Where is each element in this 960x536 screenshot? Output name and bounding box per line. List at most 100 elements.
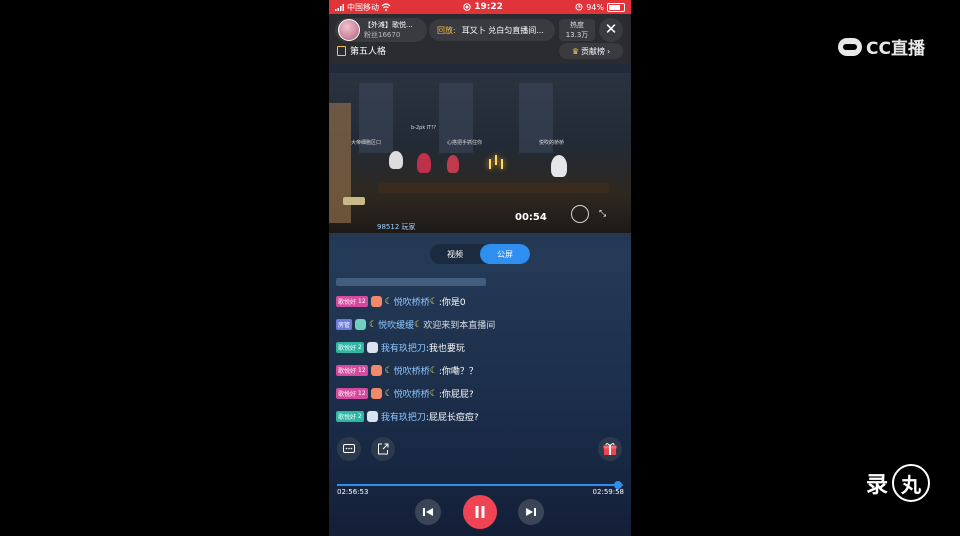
fan-badge[interactable]: 歌悦好 12 <box>336 388 368 399</box>
elapsed-time: 02:56:53 <box>337 488 369 496</box>
chat-message: 歌悦好 12 ☾ 悦吹桥桥 ☾:你嘞？？ <box>336 359 626 382</box>
skip-back-icon <box>423 508 433 516</box>
game-character <box>447 155 459 173</box>
player-nameplate: b-2pk IT!? <box>411 125 437 131</box>
progress-bar[interactable] <box>337 481 623 489</box>
recorder-watermark: 录 丸 <box>866 464 931 502</box>
chat-message: 歌悦好 2 我有玖把刀:屁屁长痘痘? <box>336 405 626 428</box>
chevron-right-icon: › <box>606 46 611 56</box>
share-button[interactable] <box>371 437 395 461</box>
moon-icon: ☾ <box>429 296 438 307</box>
user-medal-icon <box>366 411 378 422</box>
chat-message <box>336 274 626 290</box>
tab-video[interactable]: 视频 <box>430 244 480 264</box>
wifi-icon <box>381 3 391 11</box>
chat-username[interactable]: 悦吹缓缓 <box>378 318 414 331</box>
total-time: 02:59:58 <box>592 488 624 496</box>
fan-badge-label: 歌悦好 <box>338 414 357 421</box>
avatar[interactable] <box>338 19 360 41</box>
fan-badge-level: 2 <box>358 413 362 420</box>
chat-username[interactable]: 悦吹桥桥 <box>394 387 430 400</box>
carrier-name: 中国移动 <box>347 2 379 12</box>
share-icon <box>378 443 389 455</box>
cc-bubble-icon <box>838 37 862 56</box>
game-tag[interactable]: 第五人格 <box>337 44 386 57</box>
heat-badge[interactable]: 热度 13.3万 <box>559 19 595 41</box>
fullscreen-icon[interactable]: ⤡ <box>599 209 606 219</box>
candle <box>501 159 503 169</box>
camera-toggle-icon[interactable] <box>571 205 589 223</box>
chat-text: 欢迎来到本直播间 <box>423 321 496 331</box>
carrier-group: 中国移动 <box>335 2 391 13</box>
chat-text: :我也要玩 <box>425 344 465 354</box>
player-nameplate: 悦吹的桥桥 <box>539 140 565 146</box>
chat-username[interactable]: 悦吹桥桥 <box>394 364 430 377</box>
clock: 19:22 <box>474 2 503 12</box>
fan-badge-level: 2 <box>358 344 362 351</box>
moon-icon: ☾ <box>384 388 393 399</box>
chat-list: 歌悦好 12 ☾ 悦吹桥桥 ☾:你是0 房管 ☾ 悦吹缓缓 ☾ 欢迎来到本直播间 歌悦好 2 我有玖把刀… <box>336 274 626 428</box>
gift-button[interactable] <box>598 437 622 461</box>
alarm-icon <box>575 3 583 11</box>
fan-badge[interactable]: 歌悦好 12 <box>336 365 368 376</box>
tab-switcher: 视频 公屏 <box>430 244 530 264</box>
heat-label: 热度 <box>570 21 584 29</box>
status-bar: 中国移动 19:22 94% <box>329 0 631 14</box>
anchor-info: 【外滩】歌悦... 粉丝16670 <box>364 20 413 40</box>
cc-live-logo: CC直播 <box>838 34 925 59</box>
fan-badge[interactable]: 歌悦好 2 <box>336 411 364 422</box>
battery-group: 94% <box>575 2 625 12</box>
chat-message: 歌悦好 12 ☾ 悦吹桥桥 ☾:你是0 <box>336 290 626 313</box>
fan-badge[interactable]: 歌悦好 12 <box>336 296 368 307</box>
game-character <box>389 151 403 169</box>
moon-icon: ☾ <box>384 365 393 376</box>
tab-public-chat[interactable]: 公屏 <box>480 244 530 264</box>
fan-badge-level: 12 <box>358 298 366 305</box>
skip-forward-icon <box>526 508 536 516</box>
moon-icon: ☾ <box>384 296 393 307</box>
heat-value: 13.3万 <box>565 31 589 39</box>
anchor-card[interactable]: 【外滩】歌悦... 粉丝16670 <box>335 18 427 42</box>
pause-button[interactable] <box>463 495 497 529</box>
user-medal-icon <box>355 319 367 330</box>
chat-username[interactable]: 我有玖把刀 <box>381 341 426 354</box>
battery-percent: 94% <box>586 2 604 12</box>
close-button[interactable]: ✕ <box>599 18 623 42</box>
previous-button[interactable] <box>415 499 441 525</box>
contribution-rank-button[interactable]: ♛ 贡献榜 › <box>559 43 623 59</box>
moon-icon: ☾ <box>429 365 438 376</box>
game-character <box>417 153 431 173</box>
player-nameplate: 心搭把手抓住你 <box>447 140 483 146</box>
chat-username[interactable]: 悦吹桥桥 <box>394 295 430 308</box>
moon-icon: ☾ <box>414 319 423 330</box>
fan-badge[interactable]: 歌悦好 2 <box>336 342 364 353</box>
user-medal-icon <box>370 388 382 399</box>
recorder-watermark-text: 录 <box>866 473 889 498</box>
replay-title-pill[interactable]: 回放: 耳又卜 兑白匀直播间... <box>429 19 555 41</box>
pause-icon <box>475 506 485 518</box>
faded-message-placeholder <box>336 278 486 286</box>
user-medal-icon <box>370 365 382 376</box>
next-button[interactable] <box>518 499 544 525</box>
gift-icon <box>603 443 617 455</box>
fan-badge-level: 12 <box>358 367 366 374</box>
anchor-fans: 粉丝16670 <box>364 31 401 39</box>
chat-input-button[interactable] <box>337 437 361 461</box>
rank-label: 贡献榜 <box>580 46 605 56</box>
chat-message: 歌悦好 2 我有玖把刀:我也要玩 <box>336 336 626 359</box>
anchor-name: 【外滩】歌悦... <box>364 21 413 29</box>
phone-screen: 中国移动 19:22 94% 【外滩】歌悦... 粉丝16670 回放: 耳又卜… <box>329 0 631 536</box>
recorder-watermark-circle: 丸 <box>892 464 931 502</box>
background-door <box>329 103 351 223</box>
clock-group: 19:22 <box>463 2 503 12</box>
chat-username[interactable]: 我有玖把刀 <box>381 410 426 423</box>
user-medal-icon <box>370 296 382 307</box>
fan-badge[interactable]: 房管 <box>336 319 353 330</box>
player-nameplate: 大帝细胞区口 <box>351 140 382 146</box>
room-header: 【外滩】歌悦... 粉丝16670 回放: 耳又卜 兑白匀直播间... 热度 1… <box>329 14 631 64</box>
user-medal-icon <box>366 342 378 353</box>
battery-icon <box>607 2 625 12</box>
video-player[interactable]: b-2pk IT!? 大帝细胞区口 心搭把手抓住你 悦吹的桥桥 ⤡ 00:54 … <box>329 73 631 233</box>
candle <box>495 155 497 165</box>
game-tag-icon <box>337 45 346 56</box>
